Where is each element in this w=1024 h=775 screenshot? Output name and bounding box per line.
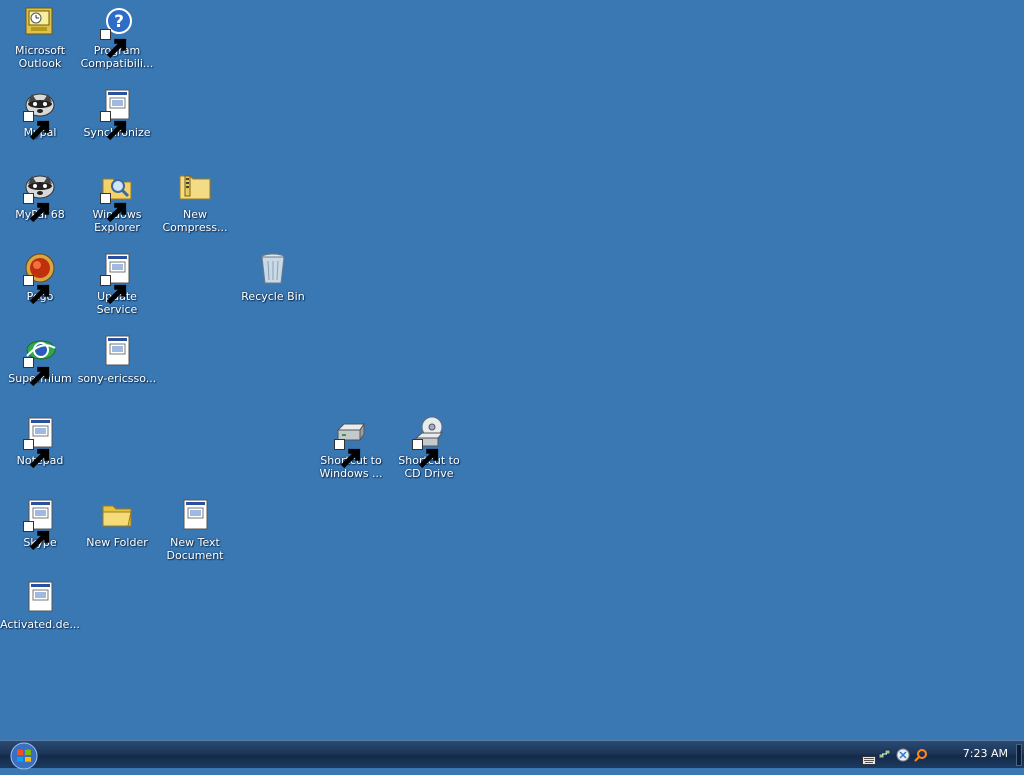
windows-logo-icon [10,742,38,770]
taskbar: 7:23 AM [0,740,1024,771]
desktop-icon-label: sony-ericsso... [77,372,157,385]
raccoon-icon [23,170,57,223]
folder-icon [100,498,134,532]
desktop[interactable]: Microsoft Outlook ? Program Compatibili.… [0,0,1024,740]
desktop-icon-label: Activated.de... [0,618,80,631]
pego-icon [23,252,57,305]
desktop-icon-shortcut-to-cd-drive[interactable]: Shortcut to CD Drive [389,414,469,480]
show-desktop-button[interactable] [1016,744,1022,766]
desktop-icon-microsoft-outlook[interactable]: Microsoft Outlook [0,4,80,70]
network-icon[interactable] [878,747,892,761]
desktop-icon-new-text-document[interactable]: New Text Document [155,496,235,562]
desktop-icon-supermium[interactable]: Supermium [0,332,80,387]
executable-icon [23,580,57,614]
desktop-icon-windows-explorer[interactable]: Windows Explorer [77,168,157,234]
shortcut-arrow-icon [23,521,50,551]
executable-icon [23,498,57,551]
shortcut-arrow-icon [100,275,127,305]
desktop-icon-synchronize[interactable]: Synchronize [77,86,157,141]
raccoon-icon [23,88,57,141]
skype-tray-icon[interactable] [896,747,910,762]
outlook-icon [23,6,57,40]
desktop-icon-program-compatibility[interactable]: ? Program Compatibili... [77,4,157,70]
executable-icon [100,334,134,368]
clock[interactable]: 7:23 AM [963,747,1008,760]
start-button[interactable] [9,741,39,771]
system-tray: 7:23 AM [874,741,1024,769]
desktop-icon-skype[interactable]: Skype [0,496,80,551]
shortcut-arrow-icon [23,439,50,469]
desktop-icon-update-service[interactable]: Update Service [77,250,157,316]
svg-text:?: ? [114,12,124,32]
executable-icon [23,416,57,469]
shortcut-arrow-icon [334,439,361,469]
desktop-icon-sony-ericsson[interactable]: sony-ericsso... [77,332,157,385]
supermium-icon [23,334,57,387]
desktop-icon-mypal-68[interactable]: MyPal 68 [0,168,80,223]
cd-drive-icon [412,416,446,469]
desktop-icon-activated[interactable]: Activated.de... [0,578,80,631]
help-icon: ? [100,6,134,59]
hard-drive-icon [334,416,368,469]
desktop-icon-new-compressed-folder[interactable]: New Compress... [155,168,235,234]
executable-icon [178,498,212,532]
desktop-icon-label: Microsoft Outlook [14,44,66,70]
zip-folder-icon [178,170,212,204]
desktop-icon-notepad[interactable]: Notepad [0,414,80,469]
desktop-icon-shortcut-to-windows[interactable]: Shortcut to Windows ... [311,414,391,480]
desktop-icon-label: New Folder [86,536,148,549]
shortcut-arrow-icon [100,29,127,59]
shortcut-arrow-icon [23,111,50,141]
desktop-icon-new-folder[interactable]: New Folder [77,496,157,549]
shortcut-arrow-icon [100,193,127,223]
shortcut-arrow-icon [23,275,50,305]
executable-icon [100,88,134,141]
explorer-folder-icon [100,170,134,223]
desktop-icon-label: New Text Document [166,536,224,562]
desktop-icon-recycle-bin[interactable]: Recycle Bin [233,250,313,303]
search-tray-icon[interactable] [914,747,928,762]
desktop-icon-label: New Compress... [162,208,228,234]
shortcut-arrow-icon [100,111,127,141]
desktop-icon-pego[interactable]: Pego [0,250,80,305]
desktop-icon-label: Recycle Bin [241,290,305,303]
executable-icon [100,252,134,305]
recycle-bin-icon [256,252,290,286]
shortcut-arrow-icon [23,193,50,223]
shortcut-arrow-icon [23,357,50,387]
shortcut-arrow-icon [412,439,439,469]
desktop-icon-mypal[interactable]: Mypal [0,86,80,141]
